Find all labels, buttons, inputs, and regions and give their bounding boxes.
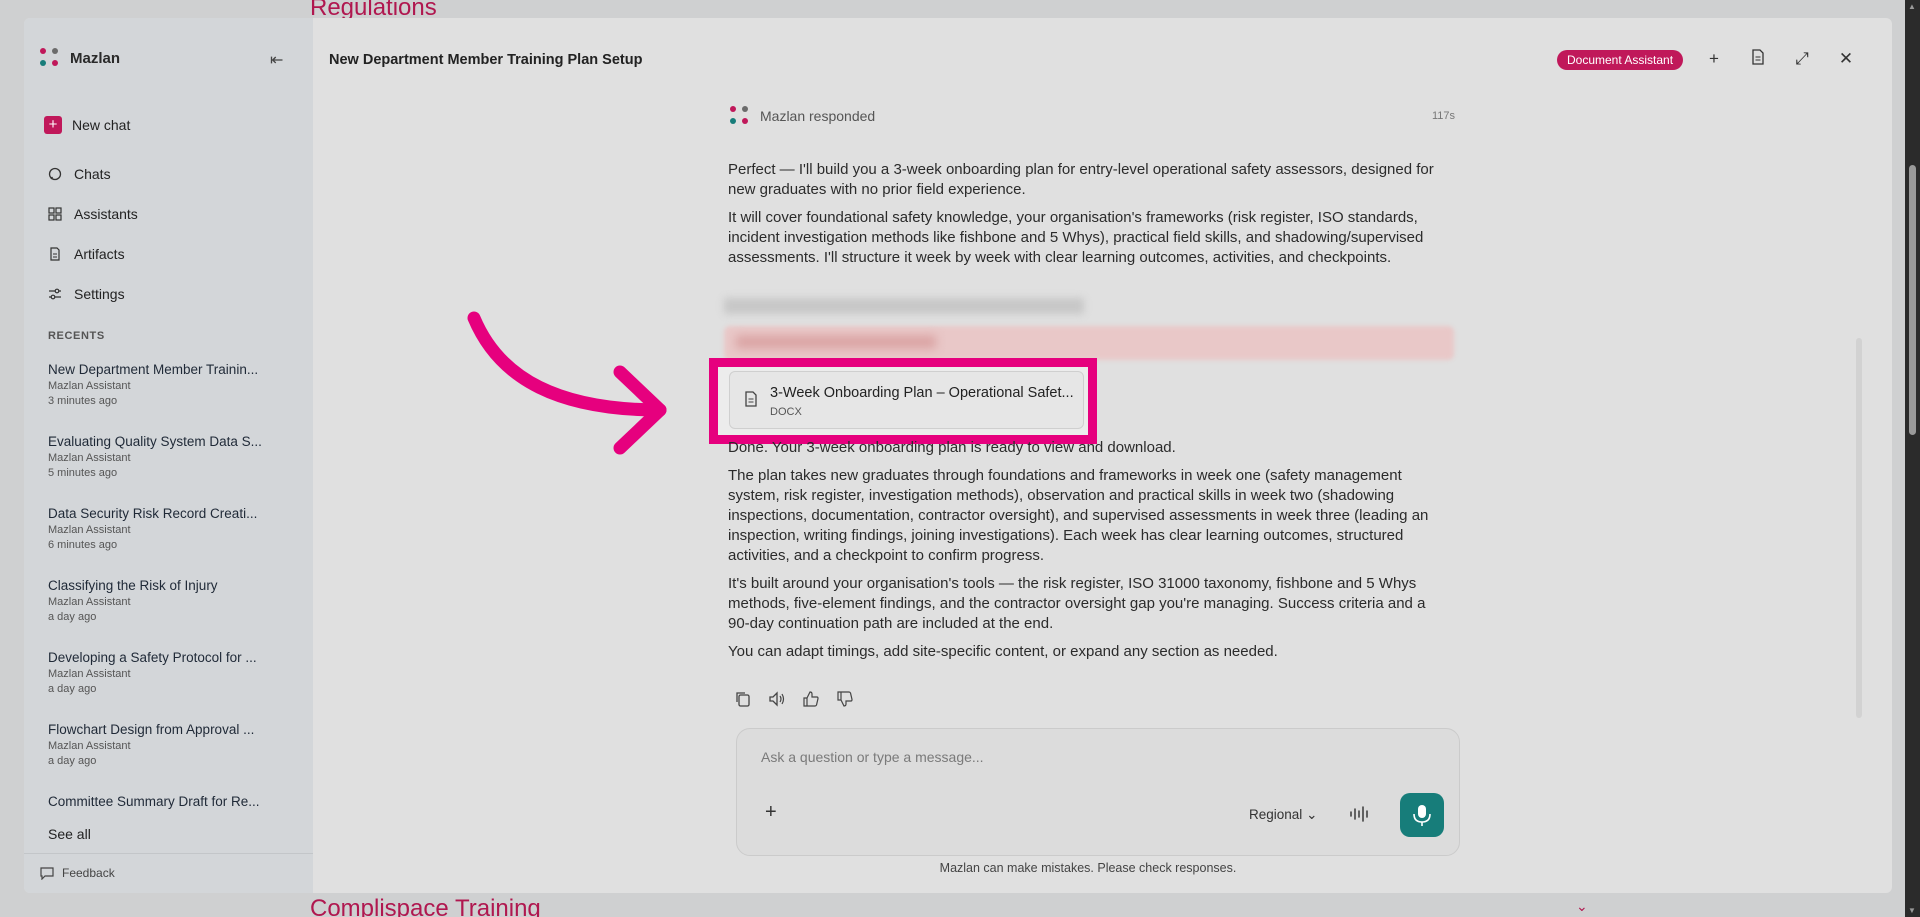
plus-icon[interactable]: +: [1704, 49, 1724, 69]
scrollbar-thumb[interactable]: [1909, 165, 1916, 435]
new-chat-label: New chat: [72, 117, 131, 133]
recent-chat-time: 3 minutes ago: [48, 395, 118, 407]
disclaimer: Mazlan can make mistakes. Please check r…: [24, 861, 1892, 875]
response-paragraph: Done. Your 3-week onboarding plan is rea…: [728, 439, 1176, 456]
thumbs-down-icon[interactable]: [836, 690, 854, 708]
document-icon: [50, 247, 60, 261]
file-type: DOCX: [770, 406, 802, 418]
recent-chat-time: 5 minutes ago: [48, 467, 118, 479]
disclaimer-text: Mazlan can make mistakes. Please check r…: [939, 861, 1237, 875]
add-attachment-icon[interactable]: +: [765, 801, 777, 824]
recent-chat-time: 6 minutes ago: [48, 539, 118, 551]
chevron-down-icon[interactable]: ⌄: [1576, 898, 1588, 915]
sidebar-item-label: Assistants: [74, 206, 138, 222]
recent-chat-assistant: Mazlan Assistant: [48, 380, 131, 392]
recent-chat-time: a day ago: [48, 611, 97, 623]
blurred-content: [724, 298, 1084, 314]
file-name: 3-Week Onboarding Plan – Operational Saf…: [770, 385, 1074, 401]
response-actions: [734, 690, 854, 708]
recent-chat-title: Classifying the Risk of Injury: [48, 578, 218, 593]
speaker-icon[interactable]: [768, 690, 786, 708]
sidebar-item-chats[interactable]: Chats: [48, 166, 111, 182]
chat-scrollbar[interactable]: [1856, 338, 1862, 718]
recent-chat-title: Evaluating Quality System Data S...: [48, 434, 262, 449]
grid-icon: [48, 207, 62, 221]
recent-chat-item[interactable]: Data Security Risk Record Creati... Mazl…: [48, 506, 288, 551]
recent-chat-title: New Department Member Trainin...: [48, 362, 259, 377]
sliders-icon: [49, 288, 61, 300]
brand: Mazlan: [40, 48, 120, 68]
blurred-status-text: [736, 336, 936, 348]
recent-chat-item[interactable]: Evaluating Quality System Data S... Mazl…: [48, 434, 288, 479]
responder-label: Mazlan responded: [760, 108, 876, 124]
recent-chat-item[interactable]: New Department Member Trainin... Mazlan …: [48, 362, 288, 407]
recent-chat-time: a day ago: [48, 755, 97, 767]
region-value: Regional: [1249, 807, 1303, 822]
microphone-button[interactable]: [1400, 793, 1444, 837]
sidebar: Mazlan ⇤ + New chat Chats Assistants Art…: [24, 18, 313, 893]
recent-chat-item[interactable]: Flowchart Design from Approval ... Mazla…: [48, 722, 288, 767]
chevron-down-icon: ⌄: [1306, 807, 1318, 822]
response-paragraph: Perfect — I'll build you a 3-week onboar…: [728, 161, 1434, 198]
message-composer: Ask a question or type a message... + Re…: [736, 728, 1460, 856]
recent-chat-item[interactable]: Developing a Safety Protocol for ... Maz…: [48, 650, 288, 695]
recent-chat-assistant: Mazlan Assistant: [48, 668, 131, 680]
recent-chat-assistant: Mazlan Assistant: [48, 524, 131, 536]
recent-chat-title: Data Security Risk Record Creati...: [48, 506, 258, 521]
see-all-link[interactable]: See all: [48, 826, 91, 842]
background-heading-complispace[interactable]: Complispace Training: [310, 895, 541, 917]
assistant-badge[interactable]: Document Assistant: [1557, 50, 1684, 70]
recent-chat-time: a day ago: [48, 683, 97, 695]
recent-chat-item[interactable]: Classifying the Risk of Injury Mazlan As…: [48, 578, 288, 623]
close-icon[interactable]: ✕: [1836, 49, 1856, 69]
message-input[interactable]: Ask a question or type a message...: [761, 749, 984, 765]
file-attachment-card[interactable]: 3-Week Onboarding Plan – Operational Saf…: [729, 371, 1084, 429]
recent-chat-assistant: Mazlan Assistant: [48, 740, 131, 752]
response-paragraph: It's built around your organisation's to…: [728, 575, 1426, 632]
mazlan-logo-icon: [730, 106, 750, 126]
recents-heading: RECENTS: [48, 330, 105, 342]
sidebar-item-label: Chats: [74, 166, 111, 182]
mazlan-logo-icon: [40, 48, 60, 68]
collapse-sidebar-icon[interactable]: ⇤: [270, 50, 283, 70]
new-chat-button[interactable]: + New chat: [44, 116, 130, 134]
page-scrollbar[interactable]: ▲ ▼: [1905, 0, 1920, 917]
recent-chat-assistant: Mazlan Assistant: [48, 596, 131, 608]
recent-chat-item[interactable]: Committee Summary Draft for Re...: [48, 794, 288, 809]
conversation-title: New Department Member Training Plan Setu…: [329, 52, 643, 68]
response-paragraph: The plan takes new graduates through fou…: [728, 467, 1429, 564]
recent-chat-assistant: Mazlan Assistant: [48, 452, 131, 464]
thumbs-up-icon[interactable]: [802, 690, 820, 708]
voice-wave-icon[interactable]: [1349, 805, 1371, 823]
expand-icon[interactable]: ⤢: [1792, 49, 1812, 69]
document-icon[interactable]: [1748, 49, 1768, 70]
recent-chat-title: Committee Summary Draft for Re...: [48, 794, 260, 809]
sidebar-item-label: Settings: [74, 286, 125, 302]
chat-icon: [48, 167, 62, 181]
copy-icon[interactable]: [734, 690, 752, 708]
plus-icon: +: [44, 116, 62, 134]
sidebar-item-assistants[interactable]: Assistants: [48, 206, 138, 222]
response-paragraph: It will cover foundational safety knowle…: [728, 209, 1424, 266]
microphone-icon: [1413, 805, 1431, 826]
scroll-up-icon[interactable]: ▲: [1908, 2, 1916, 11]
scroll-down-icon[interactable]: ▼: [1908, 906, 1916, 915]
recent-chat-title: Flowchart Design from Approval ...: [48, 722, 255, 737]
chat-modal: Mazlan ⇤ + New chat Chats Assistants Art…: [24, 18, 1892, 893]
response-header: Mazlan responded: [730, 106, 875, 126]
sidebar-item-label: Artifacts: [74, 246, 125, 262]
sidebar-item-settings[interactable]: Settings: [48, 286, 125, 302]
recent-chat-title: Developing a Safety Protocol for ...: [48, 650, 257, 665]
region-select[interactable]: Regional ⌄: [1249, 807, 1317, 823]
response-duration: 117s: [1432, 110, 1456, 122]
document-icon: [745, 391, 757, 407]
brand-name: Mazlan: [70, 49, 121, 67]
response-paragraph: You can adapt timings, add site-specific…: [728, 643, 1278, 660]
sidebar-item-artifacts[interactable]: Artifacts: [48, 246, 125, 262]
